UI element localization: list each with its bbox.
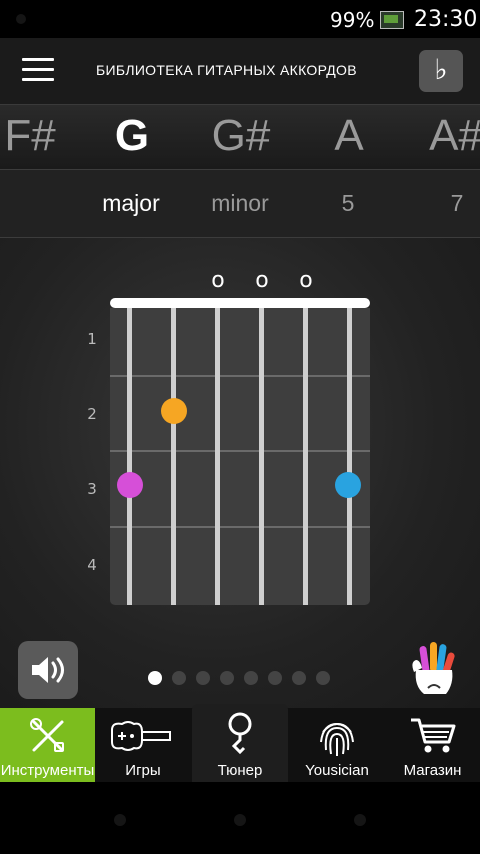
fret-line: [110, 375, 370, 377]
tab-instruments[interactable]: Инструменты: [0, 708, 95, 782]
nav-back-button[interactable]: [114, 814, 126, 826]
page-dot[interactable]: [292, 671, 306, 685]
open-string-mark: o: [211, 268, 225, 293]
system-navigation-bar: [0, 782, 480, 854]
hand-icon[interactable]: [404, 638, 460, 702]
menu-icon[interactable]: [22, 58, 54, 84]
key-item[interactable]: A#: [396, 111, 480, 161]
chord-type-item[interactable]: minor: [185, 190, 295, 217]
tab-yousician[interactable]: Yousician: [289, 708, 385, 782]
fret-number: 1: [87, 330, 97, 348]
key-item[interactable]: G#: [181, 111, 301, 161]
tab-games[interactable]: Игры: [95, 708, 191, 782]
chord-type-item-selected[interactable]: major: [76, 190, 186, 217]
page-title: БИБЛИОТЕКА ГИТАРНЫХ АККОРДОВ: [96, 62, 357, 78]
battery-icon: [380, 11, 404, 29]
key-item[interactable]: A: [289, 111, 409, 161]
tools-icon: [29, 718, 64, 752]
string: [347, 308, 352, 605]
fret-number: 4: [87, 556, 97, 574]
battery-percent: 99%: [330, 8, 375, 32]
string: [171, 308, 176, 605]
page-dot[interactable]: [244, 671, 258, 685]
tab-label: Тюнер: [217, 762, 263, 779]
tab-label: Магазин: [403, 762, 462, 779]
status-clock: 23:30: [414, 7, 478, 32]
nav-home-button[interactable]: [234, 814, 246, 826]
status-bar: 99% 23:30: [0, 0, 480, 38]
nav-recents-button[interactable]: [354, 814, 366, 826]
bottom-tab-bar: Инструменты Игры Тюнер Yousician Магазин: [0, 704, 480, 782]
tab-tuner[interactable]: Тюнер: [192, 704, 288, 782]
chord-diagram-area: o o o 1 2 3 4: [0, 238, 480, 708]
sound-button[interactable]: [18, 641, 78, 699]
finger-dot-orange: [161, 398, 187, 424]
page-dot[interactable]: [172, 671, 186, 685]
page-dot[interactable]: [316, 671, 330, 685]
flat-toggle-button[interactable]: ♭: [419, 50, 463, 92]
string: [127, 308, 132, 605]
page-dot[interactable]: [268, 671, 282, 685]
chord-type-item[interactable]: 7: [402, 190, 480, 217]
fret-line: [110, 450, 370, 452]
guitar-icon: [111, 721, 171, 751]
open-string-mark: o: [255, 268, 269, 293]
fingerprint-icon: [320, 722, 354, 756]
fret-number: 2: [87, 405, 97, 423]
finger-dot-blue: [335, 472, 361, 498]
fretboard: [110, 308, 370, 605]
chord-type-selector: major minor 5 7: [0, 170, 480, 238]
chord-type-item[interactable]: 5: [293, 190, 403, 217]
fret-line: [110, 526, 370, 528]
nut: [110, 298, 370, 308]
camera-dot: [16, 14, 26, 24]
string: [259, 308, 264, 605]
tab-label: Игры: [125, 762, 161, 779]
fret-number: 3: [87, 480, 97, 498]
page-dot[interactable]: [196, 671, 210, 685]
page-dot[interactable]: [220, 671, 234, 685]
tab-store[interactable]: Магазин: [385, 708, 480, 782]
tuner-icon: [228, 712, 252, 755]
key-item-selected[interactable]: G: [72, 111, 192, 161]
finger-dot-magenta: [117, 472, 143, 498]
app-bar: БИБЛИОТЕКА ГИТАРНЫХ АККОРДОВ ♭: [0, 38, 480, 105]
open-string-mark: o: [299, 268, 313, 293]
cart-icon: [410, 718, 455, 753]
string: [215, 308, 220, 605]
tab-label: Yousician: [305, 762, 369, 779]
speaker-icon: [32, 657, 64, 683]
page-dot-active[interactable]: [148, 671, 162, 685]
tab-label: Инструменты: [0, 762, 95, 779]
string: [303, 308, 308, 605]
key-selector: F# G G# A A#: [0, 105, 480, 170]
